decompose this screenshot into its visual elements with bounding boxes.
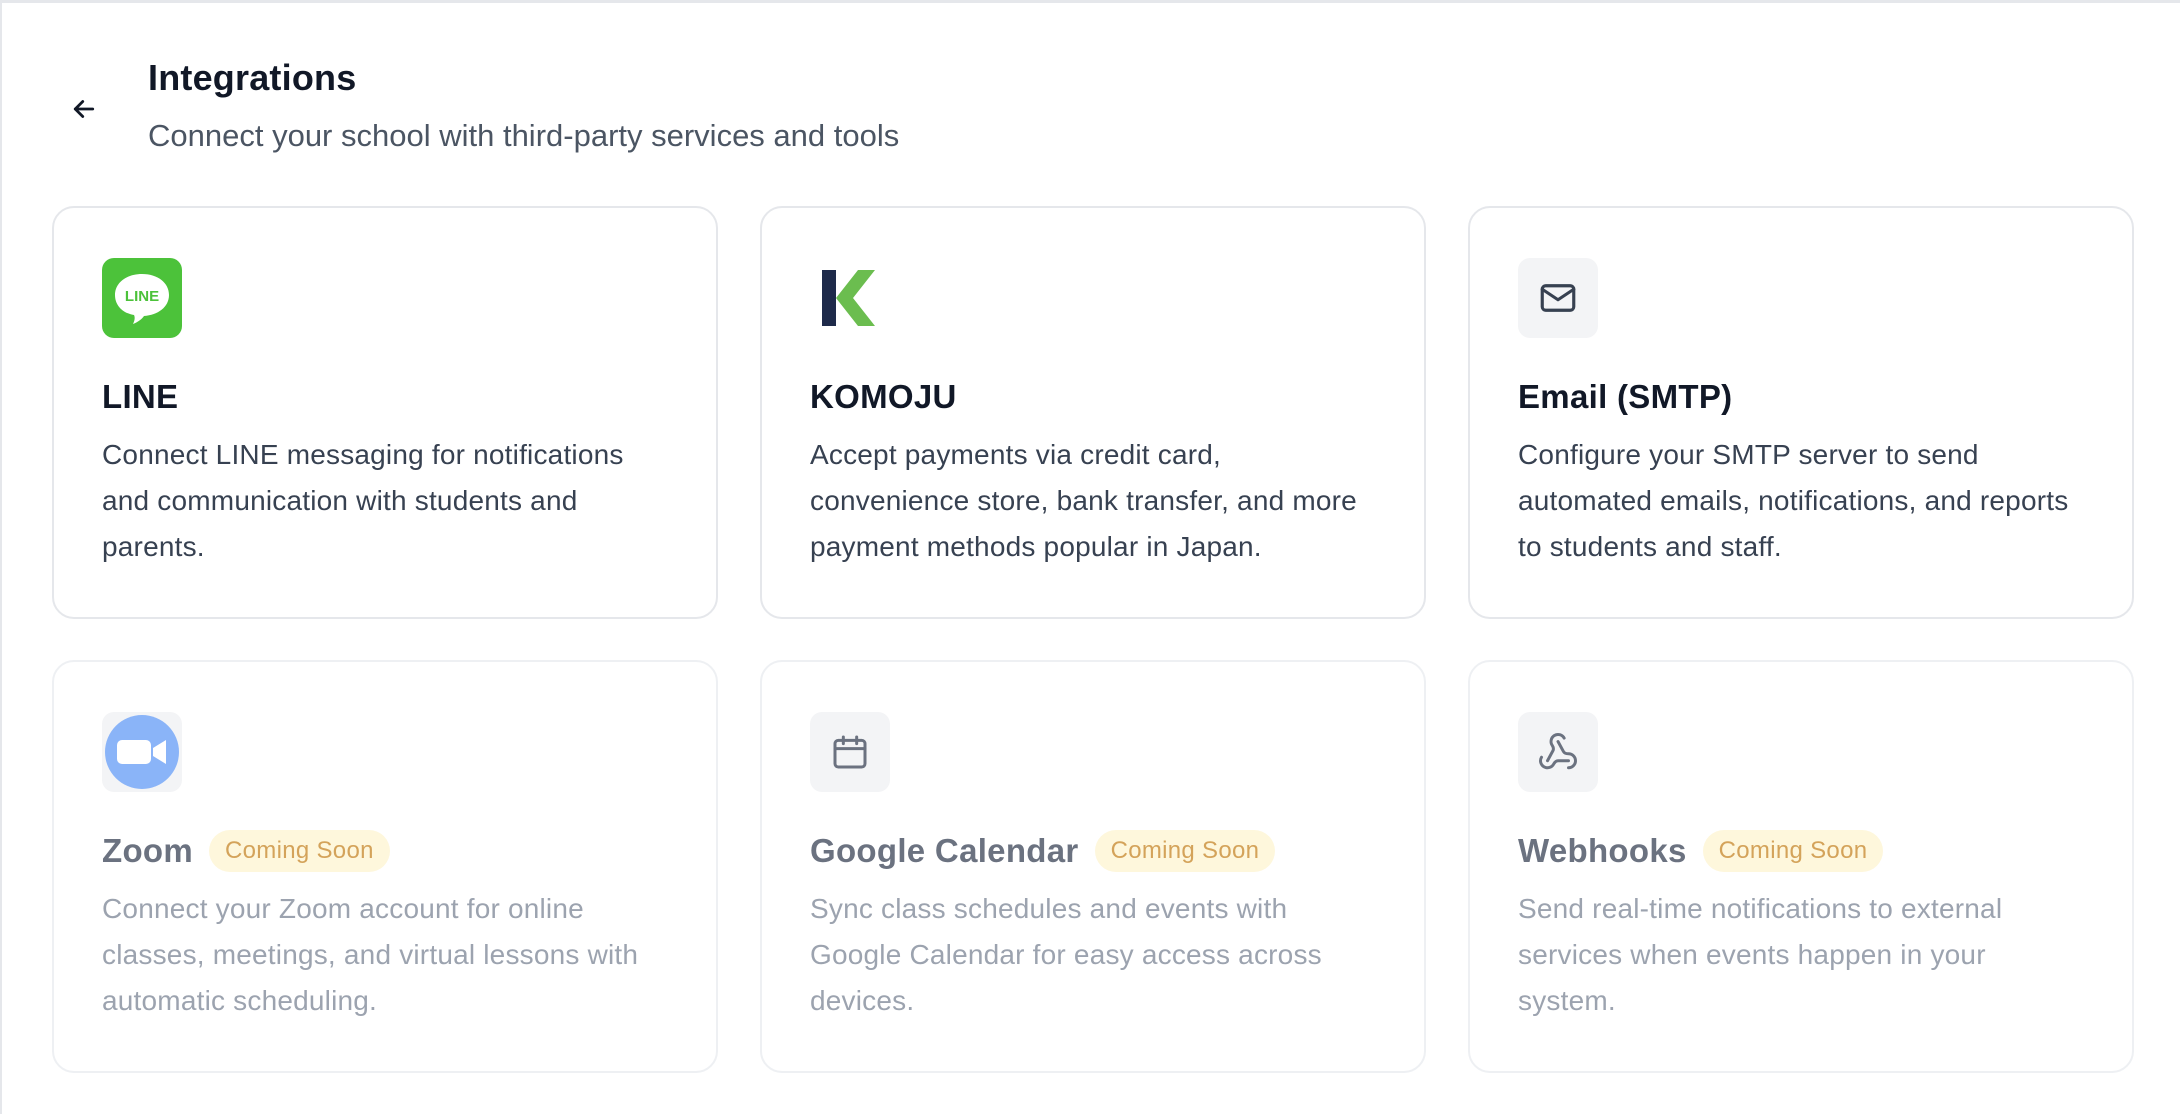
card-title-row: Webhooks Coming Soon bbox=[1518, 828, 2084, 874]
card-description: Accept payments via credit card, conveni… bbox=[810, 439, 1357, 562]
card-title-row: Google Calendar Coming Soon bbox=[810, 828, 1376, 874]
card-title: LINE bbox=[102, 378, 179, 415]
card-title-row: Zoom Coming Soon bbox=[102, 828, 668, 874]
zoom-logo-icon bbox=[102, 712, 182, 792]
card-title: Email (SMTP) bbox=[1518, 378, 1733, 415]
arrow-left-icon bbox=[73, 100, 95, 118]
integration-card-zoom[interactable]: Zoom Coming Soon Connect your Zoom accou… bbox=[52, 660, 718, 1073]
card-title-row: Email (SMTP) bbox=[1518, 374, 2084, 420]
integration-card-komoju[interactable]: KOMOJU Accept payments via credit card, … bbox=[760, 206, 1426, 619]
card-description: Configure your SMTP server to send autom… bbox=[1518, 439, 2069, 562]
calendar-icon-svg bbox=[833, 735, 867, 769]
integration-card-google-calendar[interactable]: Google Calendar Coming Soon Sync class s… bbox=[760, 660, 1426, 1073]
integrations-page: Integrations Connect your school with th… bbox=[0, 0, 2180, 1114]
coming-soon-badge: Coming Soon bbox=[1702, 830, 1884, 872]
mail-icon bbox=[1518, 258, 1598, 338]
calendar-icon bbox=[810, 712, 890, 792]
komoju-logo-icon bbox=[810, 258, 890, 338]
card-description: Send real-time notifications to external… bbox=[1518, 893, 2003, 1016]
card-title: KOMOJU bbox=[810, 378, 957, 415]
coming-soon-badge: Coming Soon bbox=[1094, 830, 1276, 872]
card-description: Connect your Zoom account for online cla… bbox=[102, 893, 639, 1016]
komoju-logo-svg bbox=[822, 270, 875, 326]
integration-card-email[interactable]: Email (SMTP) Configure your SMTP server … bbox=[1468, 206, 2134, 619]
integrations-grid: LINE LINE Connect LINE messaging for not… bbox=[52, 206, 2134, 1073]
card-title: Zoom bbox=[102, 832, 194, 869]
page-title: Integrations bbox=[148, 57, 357, 98]
zoom-logo-svg bbox=[105, 715, 179, 789]
line-logo-text: LINE bbox=[125, 288, 159, 305]
card-description: Sync class schedules and events with Goo… bbox=[810, 893, 1322, 1016]
card-title: Google Calendar bbox=[810, 832, 1079, 869]
integration-card-webhooks[interactable]: Webhooks Coming Soon Send real-time noti… bbox=[1468, 660, 2134, 1073]
coming-soon-badge: Coming Soon bbox=[209, 830, 390, 872]
line-logo-icon: LINE bbox=[102, 258, 182, 338]
page-header: Integrations Connect your school with th… bbox=[2, 3, 2180, 193]
card-title-row: LINE bbox=[102, 374, 668, 420]
card-title-row: KOMOJU bbox=[810, 374, 1376, 420]
integration-card-line[interactable]: LINE LINE Connect LINE messaging for not… bbox=[52, 206, 718, 619]
page-subtitle: Connect your school with third-party ser… bbox=[148, 118, 900, 153]
card-description: Connect LINE messaging for notifications… bbox=[102, 439, 624, 562]
webhook-icon bbox=[1518, 712, 1598, 792]
mail-icon-svg bbox=[1540, 284, 1576, 312]
line-logo-svg: LINE bbox=[115, 274, 169, 324]
back-button[interactable] bbox=[64, 89, 104, 129]
card-title: Webhooks bbox=[1518, 832, 1687, 869]
webhook-icon-svg bbox=[1539, 733, 1577, 770]
